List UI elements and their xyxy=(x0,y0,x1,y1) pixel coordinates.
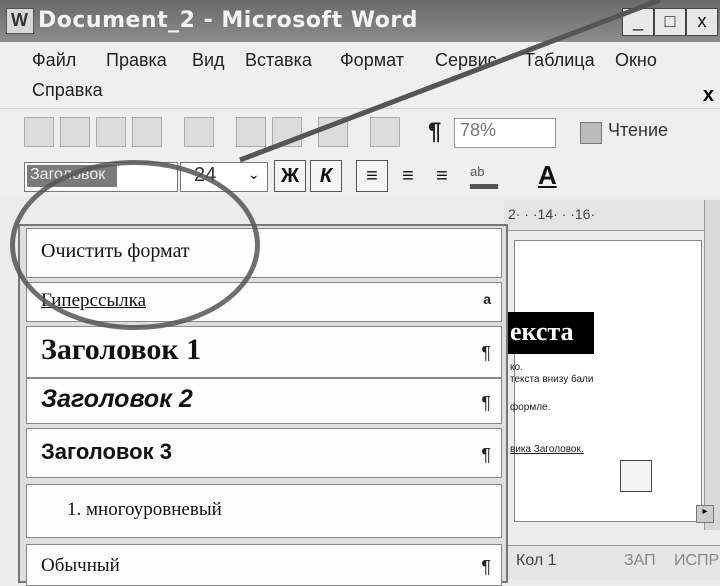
annotation-arrow-line xyxy=(239,0,661,163)
